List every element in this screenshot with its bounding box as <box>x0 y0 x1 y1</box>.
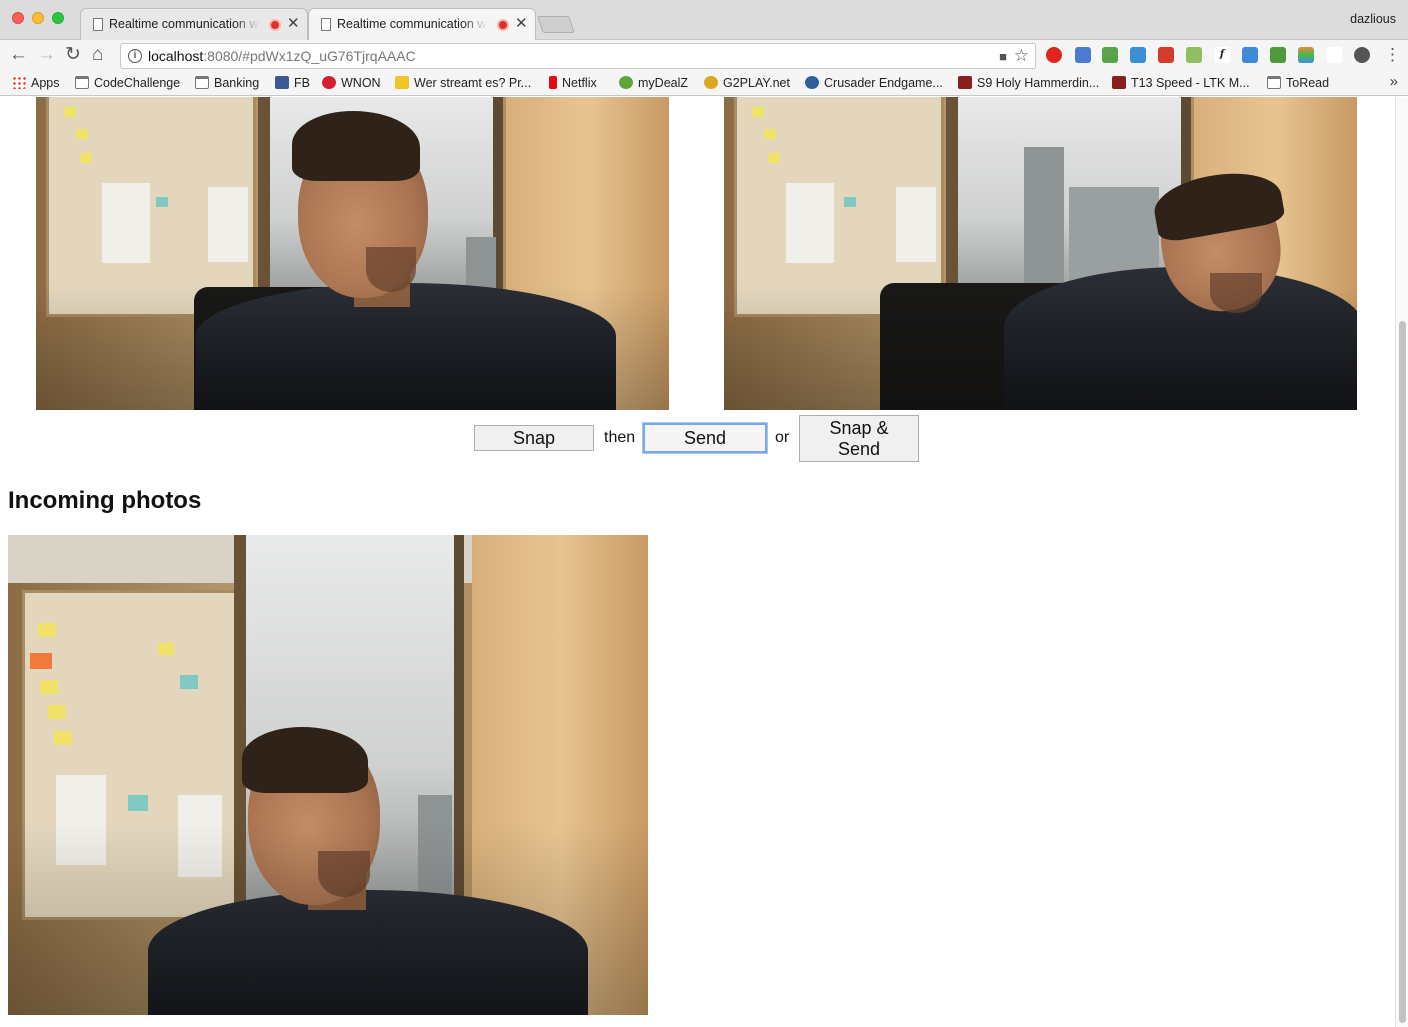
page-scrollbar[interactable] <box>1395 97 1408 1027</box>
folder-icon <box>195 76 209 89</box>
url-host: localhost <box>148 48 204 64</box>
bookmark-label: Apps <box>31 76 60 90</box>
window-minimize-button[interactable] <box>32 12 44 24</box>
back-icon[interactable]: ← <box>9 44 28 66</box>
bookmark-item[interactable]: T13 Speed - LTK M... <box>1112 75 1250 92</box>
more-menu-icon[interactable]: ⋮ <box>1384 44 1401 66</box>
url-text[interactable]: localhost:8080/#pdWx1zQ_uG76TjrqAAAC <box>148 48 416 64</box>
extension-icon[interactable] <box>1270 47 1286 63</box>
photo-shade <box>8 535 648 1015</box>
bookmark-item[interactable]: G2PLAY.net <box>704 75 790 92</box>
window-zoom-button[interactable] <box>52 12 64 24</box>
page-icon <box>321 18 331 31</box>
snap-button[interactable]: Snap <box>474 425 594 451</box>
info-icon[interactable]: i <box>128 49 142 63</box>
bookmark-label: T13 Speed - LTK M... <box>1131 76 1250 90</box>
bookmark-item[interactable]: Wer streamt es? Pr... <box>395 75 531 92</box>
bookmark-star-icon[interactable]: ☆ <box>1014 46 1029 66</box>
camera-icon[interactable]: ■ <box>999 49 1007 64</box>
address-bar[interactable]: i localhost:8080/#pdWx1zQ_uG76TjrqAAAC ■… <box>120 43 1036 69</box>
page-icon <box>93 18 103 31</box>
bookmark-item[interactable]: WNON <box>322 75 381 92</box>
bookmark-label: Wer streamt es? Pr... <box>414 76 532 90</box>
bookmark-label: ToRead <box>1286 76 1330 90</box>
folder-icon <box>75 76 89 89</box>
url-path: :8080/#pdWx1zQ_uG76TjrqAAAC <box>203 48 416 64</box>
bookmark-label: G2PLAY.net <box>723 76 790 90</box>
reload-icon[interactable]: ↻ <box>65 44 81 66</box>
extension-icon[interactable] <box>1102 47 1118 63</box>
bookmark-label: myDealZ <box>638 76 689 90</box>
tab-close-icon[interactable]: ✕ <box>287 14 300 32</box>
snap-and-send-button[interactable]: Snap & Send <box>799 415 919 462</box>
tab-title: Realtime communication with WebRTC <box>109 17 259 31</box>
tab-1[interactable]: Realtime communication with WebRTC ✕ <box>80 8 308 40</box>
bookmark-item[interactable]: S9 Holy Hammerdin... <box>958 75 1099 92</box>
bookmark-item[interactable]: ToRead <box>1267 75 1329 92</box>
window-close-button[interactable] <box>12 12 24 24</box>
scrollbar-thumb[interactable] <box>1399 321 1406 1023</box>
snap-and-send-label-line1: Snap & <box>829 418 889 438</box>
code-extension-icon[interactable] <box>1326 47 1342 63</box>
home-icon[interactable]: ⌂ <box>92 44 103 66</box>
bookmark-item[interactable]: Netflix <box>549 75 597 92</box>
bookmark-label: FB <box>294 76 310 90</box>
snap-and-send-label-line2: Send <box>837 439 881 459</box>
ltk-icon <box>1112 76 1126 89</box>
tab-title: Realtime communication with WebRTC <box>337 17 487 31</box>
send-button[interactable]: Send <box>643 423 767 453</box>
extension-icon[interactable] <box>1242 47 1258 63</box>
settings-gear-icon[interactable] <box>1354 47 1370 63</box>
local-video <box>36 97 669 410</box>
video-shade <box>724 97 1357 410</box>
cors-extension-icon[interactable] <box>1158 47 1174 63</box>
wnon-icon <box>322 76 336 89</box>
extension-icon[interactable] <box>1298 47 1314 63</box>
tab-strip: Realtime communication with WebRTC ✕ Rea… <box>0 0 1408 41</box>
bookmark-item[interactable]: myDealZ <box>619 75 688 92</box>
browser-toolbar: ← → ↻ ⌂ i localhost:8080/#pdWx1zQ_uG76Tj… <box>0 40 1408 71</box>
bookmarks-overflow-icon[interactable]: » <box>1390 73 1398 90</box>
bookmark-item[interactable]: Apps <box>12 75 60 92</box>
crusader-icon <box>805 76 819 89</box>
tab-2[interactable]: Realtime communication with WebRTC ✕ <box>308 8 536 41</box>
bookmark-item[interactable]: Banking <box>195 75 259 92</box>
recording-icon <box>497 19 509 31</box>
bookmark-label: CodeChallenge <box>94 76 181 90</box>
forward-icon[interactable]: → <box>37 44 56 66</box>
bookmark-item[interactable]: CodeChallenge <box>75 75 180 92</box>
hammerdin-icon <box>958 76 972 89</box>
g2play-icon <box>704 76 718 89</box>
bookmark-item[interactable]: FB <box>275 75 310 92</box>
incoming-photo <box>8 535 648 1015</box>
bookmark-label: Netflix <box>562 76 597 90</box>
extension-icon[interactable] <box>1186 47 1202 63</box>
facebook-icon <box>275 76 289 89</box>
or-text: or <box>775 429 790 446</box>
folder-icon <box>1267 76 1281 89</box>
extension-icon[interactable] <box>1130 47 1146 63</box>
then-text: then <box>604 429 636 446</box>
bookmark-item[interactable]: Crusader Endgame... <box>805 75 943 92</box>
netflix-icon <box>549 76 557 89</box>
page-viewport: Snap then Send or Snap & Send Incoming p… <box>0 97 1395 1027</box>
profile-name[interactable]: dazlious <box>1350 12 1396 26</box>
mydealz-icon <box>619 76 633 89</box>
function-extension-icon[interactable]: f <box>1214 47 1230 63</box>
bookmark-label: Crusader Endgame... <box>824 76 943 90</box>
opera-extension-icon[interactable] <box>1046 47 1062 63</box>
bookmark-label: S9 Holy Hammerdin... <box>977 76 1100 90</box>
tab-close-icon[interactable]: ✕ <box>515 14 528 32</box>
apps-grid-icon <box>12 76 26 89</box>
extension-icon[interactable] <box>1075 47 1091 63</box>
bookmark-label: WNON <box>341 76 381 90</box>
recording-icon <box>269 19 281 31</box>
remote-video <box>724 97 1357 410</box>
video-shade <box>36 97 669 410</box>
wer-streamt-icon <box>395 76 409 89</box>
incoming-photos-heading: Incoming photos <box>8 487 202 514</box>
bookmark-label: Banking <box>214 76 260 90</box>
new-tab-button[interactable] <box>537 16 575 33</box>
bookmarks-bar: Apps CodeChallenge Banking FB WNON Wer s… <box>0 71 1408 96</box>
